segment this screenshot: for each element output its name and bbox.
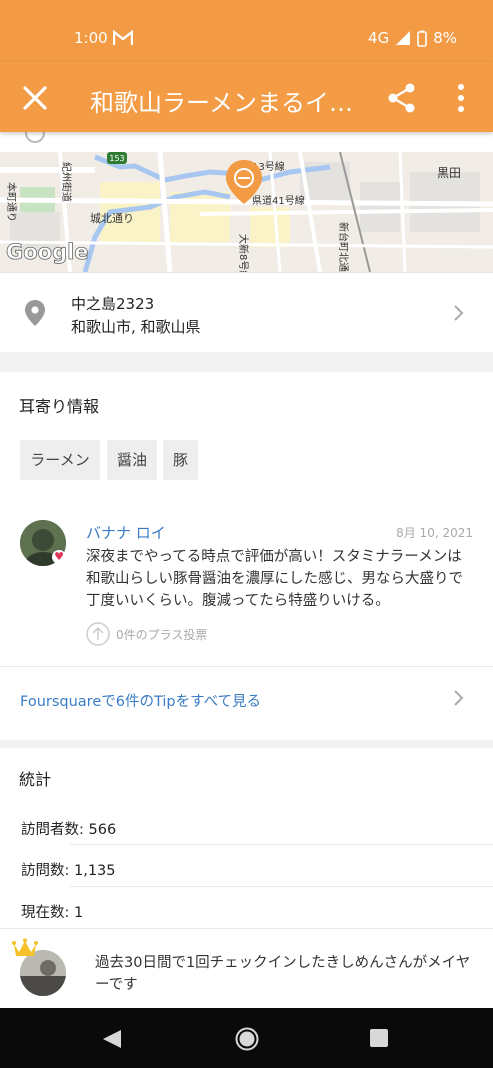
share-icon[interactable]	[386, 82, 418, 114]
upvote-icon[interactable]	[86, 622, 110, 646]
tip-date: 8月 10, 2021	[396, 526, 473, 540]
map-label: 紀州街道	[60, 162, 73, 202]
status-indicators: 4G 8%	[368, 29, 457, 47]
battery-level: 8%	[433, 29, 457, 47]
tip-text: 深夜までやってる時点で評価が高い！スタミナラーメンは和歌山らしい豚骨醤油を濃厚に…	[86, 549, 463, 609]
google-logo: Google	[6, 240, 89, 264]
chevron-right-icon	[454, 305, 464, 321]
map-label: 本町通り	[5, 182, 18, 222]
visitors-stat: 訪問者数: 566	[21, 822, 117, 838]
app-bar: 和歌山ラーメンまるイ…	[0, 62, 493, 132]
upvote-count: 0件のプラス投票	[116, 628, 208, 642]
tag-chip[interactable]: ラーメン	[20, 440, 100, 480]
status-bar: 1:00 4G 8%	[0, 0, 493, 62]
tips-section: 耳寄り情報 ラーメン 醤油 豚 ♥ バナナ ロイ 8月 10, 2021 深夜ま…	[0, 372, 493, 740]
current-stat: 現在数: 1	[21, 905, 84, 921]
globe-icon	[25, 132, 45, 143]
see-all-tips-link[interactable]: Foursquareで6件のTipをすべて見る	[20, 690, 261, 711]
map-graphic: 153 城北通り 黒田 県道41号線 13号線 大新8号線 新台町北通 紀州街道…	[0, 152, 493, 272]
mayor-text: 過去30日間で1回チェックインしたきしめんさんがメイヤーです	[95, 955, 471, 993]
map-label: 城北通り	[90, 212, 134, 225]
page-title: 和歌山ラーメンまるイ…	[90, 89, 354, 117]
divider	[0, 666, 493, 667]
address-line1: 中之島2323	[71, 295, 155, 313]
tips-title: 耳寄り情報	[19, 397, 100, 416]
gmail-icon	[113, 30, 133, 45]
chevron-right-icon	[454, 690, 464, 706]
route-shield: 153	[109, 154, 124, 163]
battery-icon	[417, 30, 428, 47]
map-view[interactable]: 153 城北通り 黒田 県道41号線 13号線 大新8号線 新台町北通 紀州街道…	[0, 152, 493, 272]
close-icon[interactable]	[18, 81, 52, 115]
tag-chip[interactable]: 醤油	[107, 440, 157, 480]
map-label: 大新8号線	[237, 234, 250, 272]
heart-icon: ♥	[52, 550, 66, 564]
crown-icon	[12, 938, 38, 956]
stats-title: 統計	[19, 770, 52, 789]
nav-bar	[0, 1008, 493, 1068]
tag-chip[interactable]: 豚	[163, 440, 198, 480]
scroll-content[interactable]: 153 城北通り 黒田 県道41号線 13号線 大新8号線 新台町北通 紀州街道…	[0, 132, 493, 1008]
signal-icon	[396, 31, 411, 45]
partial-row	[0, 132, 493, 152]
recents-icon[interactable]	[369, 1028, 389, 1048]
more-vert-icon[interactable]	[446, 82, 476, 114]
visits-stat: 訪問数: 1,135	[21, 863, 116, 879]
map-label: 県道41号線	[252, 194, 305, 207]
stats-section: 統計 訪問者数: 566 訪問数: 1,135 現在数: 1 過去30日間で1回…	[0, 748, 493, 1008]
location-pin-icon	[25, 300, 45, 326]
tip-author[interactable]: バナナ ロイ	[86, 522, 166, 543]
address-line2: 和歌山市, 和歌山県	[71, 318, 201, 336]
map-label: 新台町北通	[337, 222, 350, 272]
network-type: 4G	[368, 29, 390, 47]
address-row[interactable]: 中之島2323 和歌山市, 和歌山県	[0, 272, 493, 352]
map-label: 黒田	[437, 166, 461, 180]
divider	[70, 886, 493, 887]
divider	[70, 844, 493, 845]
divider	[0, 928, 493, 929]
home-icon[interactable]	[235, 1027, 259, 1051]
back-icon[interactable]	[101, 1028, 123, 1050]
status-time: 1:00	[74, 29, 108, 47]
